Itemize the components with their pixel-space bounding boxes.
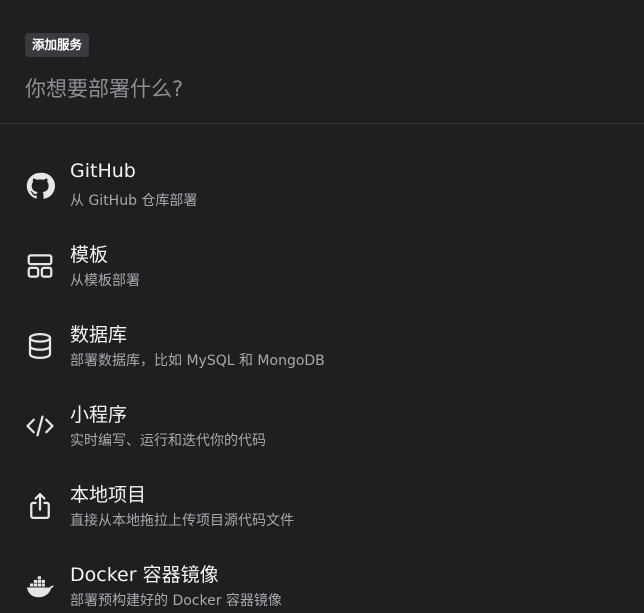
add-service-panel: 添加服务 GitHub 从 GitHub 仓库部署 模板 从模板部署 <box>0 0 644 613</box>
template-icon <box>24 250 56 282</box>
option-description: 从 GitHub 仓库部署 <box>70 193 198 209</box>
database-icon <box>24 330 56 362</box>
search-input[interactable] <box>25 72 615 106</box>
panel-header: 添加服务 <box>0 0 644 124</box>
option-template[interactable]: 模板 从模板部署 <box>0 228 644 304</box>
option-description: 部署预构建好的 Docker 容器镜像 <box>70 593 282 609</box>
code-icon <box>24 410 56 442</box>
option-title: 数据库 <box>70 324 128 346</box>
option-description: 部署数据库，比如 MySQL 和 MongoDB <box>70 353 325 369</box>
github-icon <box>24 170 56 202</box>
option-database[interactable]: 数据库 部署数据库，比如 MySQL 和 MongoDB <box>0 308 644 384</box>
option-title: 小程序 <box>70 404 128 426</box>
option-title: Docker 容器镜像 <box>70 564 219 586</box>
option-description: 从模板部署 <box>70 273 140 289</box>
upload-icon <box>24 490 56 522</box>
option-description: 直接从本地拖拉上传项目源代码文件 <box>70 513 294 529</box>
option-title: GitHub <box>70 160 136 182</box>
docker-icon <box>24 570 56 602</box>
option-github[interactable]: GitHub 从 GitHub 仓库部署 <box>0 148 644 224</box>
option-local-project[interactable]: 本地项目 直接从本地拖拉上传项目源代码文件 <box>0 468 644 544</box>
option-title: 模板 <box>70 244 109 266</box>
option-mini-program[interactable]: 小程序 实时编写、运行和迭代你的代码 <box>0 388 644 464</box>
option-title: 本地项目 <box>70 484 147 506</box>
add-service-badge: 添加服务 <box>25 33 90 57</box>
option-docker-image[interactable]: Docker 容器镜像 部署预构建好的 Docker 容器镜像 <box>0 548 644 613</box>
option-description: 实时编写、运行和迭代你的代码 <box>70 433 266 449</box>
